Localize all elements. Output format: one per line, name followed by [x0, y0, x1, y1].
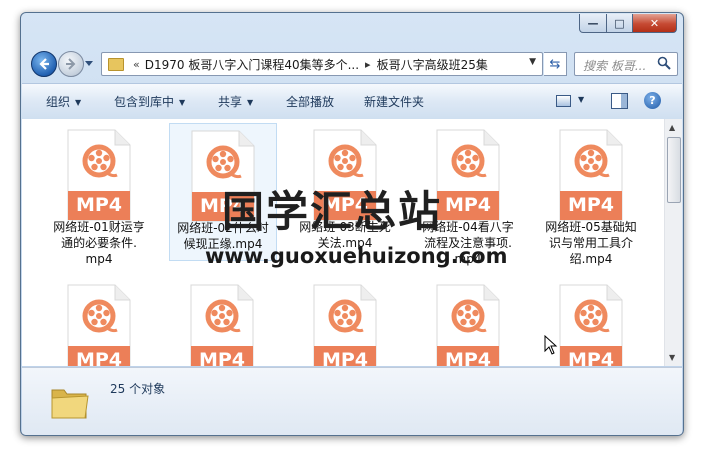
- view-options-dropdown-icon[interactable]: ▼: [578, 95, 584, 104]
- file-name-line: 通的必要条件.: [61, 236, 137, 250]
- include-in-library-label: 包含到库中: [114, 95, 175, 109]
- file-list: ▲ ▼ MP4 网络班-01财运亨 通的必要条件. mp4 MP4 网络班-02什么时 候现…: [22, 119, 682, 366]
- title-bar: — □ ✕: [21, 13, 683, 45]
- file-name-line: 绍.mp4: [569, 252, 613, 266]
- share-label: 共享: [218, 95, 243, 109]
- file-item[interactable]: MP4: [169, 278, 275, 366]
- scrollbar-thumb[interactable]: [667, 137, 681, 203]
- recent-pages-icon[interactable]: [85, 59, 93, 67]
- forward-button[interactable]: [58, 51, 84, 77]
- share-button[interactable]: 共享 ▼: [218, 93, 253, 110]
- mp4-badge-label: MP4: [75, 194, 123, 216]
- chevron-down-icon: ▼: [247, 98, 254, 107]
- breadcrumb-item-current[interactable]: 板哥八字高级班25集: [377, 56, 488, 73]
- details-pane: 25 个对象: [22, 367, 682, 435]
- file-item[interactable]: MP4: [292, 278, 398, 366]
- change-view-icon[interactable]: [556, 95, 571, 107]
- file-name-line: 网络班-01财运亨: [53, 220, 145, 234]
- scroll-up-icon[interactable]: ▲: [669, 123, 675, 132]
- refresh-button[interactable]: ⇆: [544, 52, 567, 76]
- mp4-badge-label: MP4: [444, 194, 492, 216]
- file-item[interactable]: MP4: [415, 278, 521, 366]
- chevron-down-icon: ▼: [75, 98, 82, 107]
- folder-icon: [51, 389, 89, 419]
- breadcrumb-separator-icon[interactable]: ▸: [365, 58, 371, 71]
- mp4-badge-label: MP4: [75, 349, 123, 366]
- mp4-badge-label: MP4: [321, 349, 369, 366]
- file-item[interactable]: MP4 网络班-01财运亨 通的必要条件. mp4: [46, 123, 152, 266]
- file-name: 网络班-01财运亨 通的必要条件. mp4: [46, 219, 152, 267]
- file-item[interactable]: MP4: [46, 278, 152, 366]
- vertical-scrollbar[interactable]: ▲ ▼: [664, 119, 682, 366]
- mp4-badge-label: MP4: [198, 349, 246, 366]
- back-button[interactable]: [31, 51, 57, 77]
- minimize-button[interactable]: —: [579, 14, 607, 33]
- item-count: 25 个对象: [110, 382, 166, 396]
- organize-label: 组织: [46, 95, 71, 109]
- watermark-title: 国学汇总站: [222, 187, 443, 236]
- file-name: 网络班-05基础知 识与常用工具介 绍.mp4: [538, 219, 644, 267]
- window-controls: — □ ✕: [579, 14, 677, 33]
- watermark-url: www.guoxuehuizong.com: [205, 244, 508, 268]
- mp4-badge-label: MP4: [567, 194, 615, 216]
- arrow-right-icon: [66, 58, 76, 70]
- chevron-down-icon: ▼: [179, 98, 186, 107]
- file-name-line: 网络班-05基础知: [545, 220, 637, 234]
- organize-button[interactable]: 组织 ▼: [46, 93, 81, 110]
- address-dropdown-icon[interactable]: ▼: [529, 57, 536, 67]
- include-in-library-button[interactable]: 包含到库中 ▼: [114, 93, 185, 110]
- arrow-left-icon: [39, 58, 49, 70]
- folder-icon: [108, 57, 124, 71]
- file-item[interactable]: MP4 网络班-05基础知 识与常用工具介 绍.mp4: [538, 123, 644, 266]
- maximize-button[interactable]: □: [607, 14, 633, 33]
- mp4-badge-label: MP4: [444, 349, 492, 366]
- mp4-badge-label: MP4: [567, 349, 615, 366]
- mouse-cursor-icon: [544, 335, 558, 355]
- play-all-button[interactable]: 全部播放: [286, 93, 334, 110]
- help-icon[interactable]: ?: [644, 92, 661, 109]
- new-folder-button[interactable]: 新建文件夹: [364, 93, 424, 110]
- command-bar: 组织 ▼ 包含到库中 ▼ 共享 ▼ 全部播放 新建文件夹 ▼ ?: [22, 83, 682, 120]
- search-icon[interactable]: [657, 56, 671, 70]
- search-placeholder: 搜索 板哥...: [583, 59, 647, 73]
- search-input[interactable]: 搜索 板哥...: [574, 52, 678, 76]
- file-name-line: mp4: [85, 252, 113, 266]
- scroll-down-icon[interactable]: ▼: [669, 353, 675, 362]
- breadcrumb-overflow[interactable]: «: [133, 58, 140, 71]
- preview-pane-icon[interactable]: [611, 93, 628, 109]
- address-bar[interactable]: « D1970 板哥八字入门课程40集等多个... ▸ 板哥八字高级班25集 ▼: [101, 52, 543, 76]
- navigation-bar: « D1970 板哥八字入门课程40集等多个... ▸ 板哥八字高级班25集 ▼…: [21, 45, 683, 81]
- close-button[interactable]: ✕: [633, 14, 677, 33]
- refresh-icon: ⇆: [549, 56, 561, 72]
- file-name-line: 识与常用工具介: [548, 236, 633, 250]
- breadcrumb-item-parent[interactable]: D1970 板哥八字入门课程40集等多个...: [145, 56, 359, 73]
